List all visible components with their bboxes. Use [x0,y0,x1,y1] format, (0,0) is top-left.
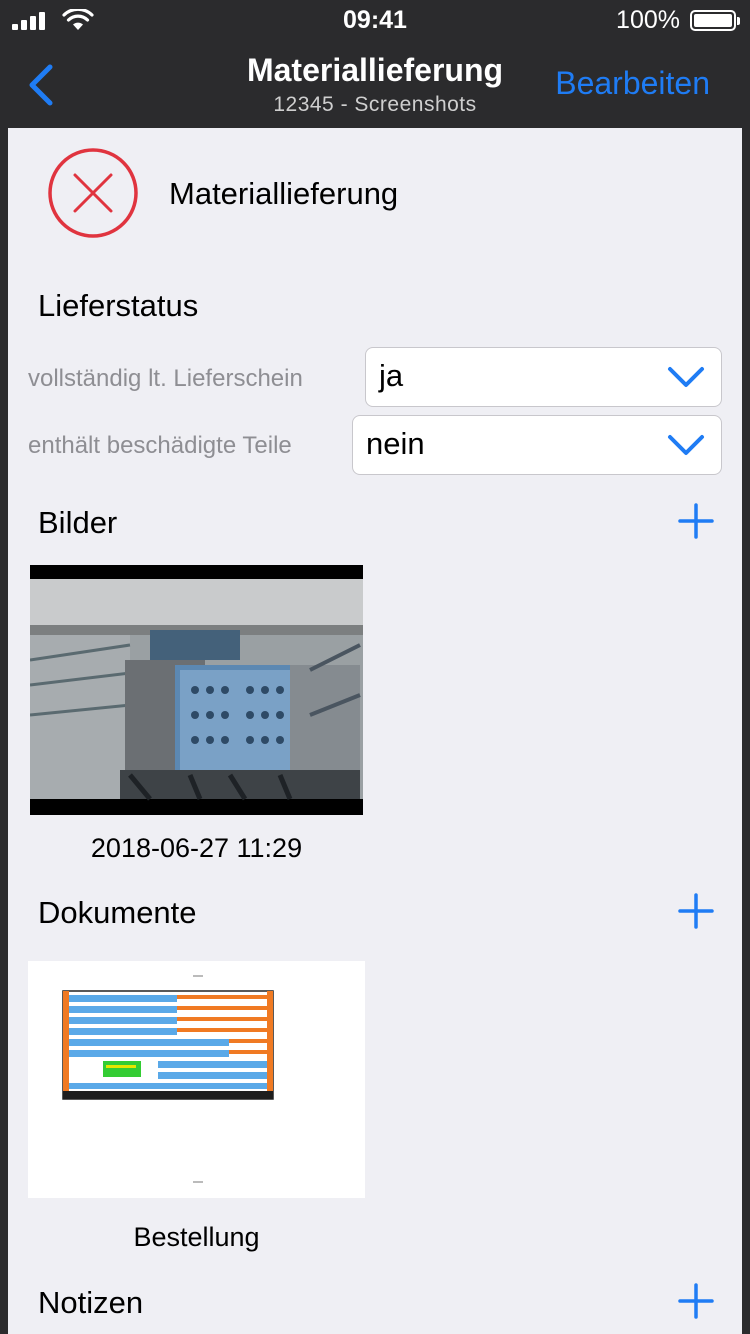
complete-dropdown-value: ja [379,358,404,393]
document-thumbnail[interactable] [28,961,365,1198]
error-circle-x-icon [48,148,138,238]
status-bar: 09:41 100% [0,0,750,40]
add-note-plus-icon[interactable] [678,1283,714,1319]
complete-dropdown[interactable]: ja [365,347,722,407]
battery-icon [690,10,740,31]
document-caption: Bestellung [133,1222,260,1252]
chevron-down-icon [668,367,704,387]
section-title-notizen: Notizen [38,1285,144,1320]
section-title-lieferstatus: Lieferstatus [38,288,199,323]
add-document-plus-icon[interactable] [678,893,714,929]
item-title: Materiallieferung [169,176,399,211]
section-title-dokumente: Dokumente [38,895,197,930]
content-area: Materiallieferung Lieferstatus vollständ… [8,128,742,1334]
chevron-down-icon [668,435,704,455]
image-caption: 2018-06-27 11:29 [90,833,303,863]
image-thumbnail-photo[interactable] [30,565,363,815]
field-label-damaged: enthält beschädigte Teile [28,432,292,459]
damaged-dropdown[interactable]: nein [352,415,722,475]
field-label-complete: vollständig lt. Lieferschein [28,365,303,392]
battery-percentage: 100% [616,6,680,34]
add-image-plus-icon[interactable] [678,503,714,539]
edit-button[interactable]: Bearbeiten [555,65,710,102]
damaged-dropdown-value: nein [366,426,425,461]
section-title-bilder: Bilder [38,505,118,540]
navigation-bar: Materiallieferung 12345 - Screenshots Be… [0,40,750,128]
